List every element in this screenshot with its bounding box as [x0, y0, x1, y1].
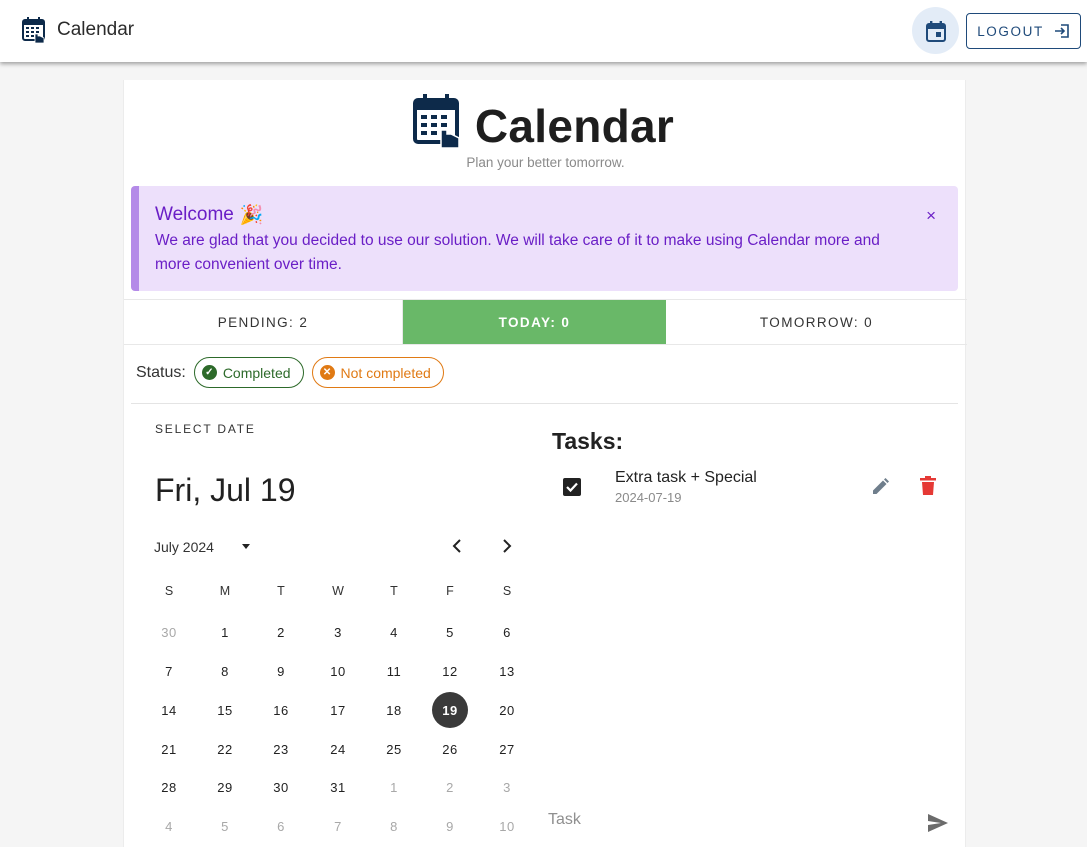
- calendar-button[interactable]: [912, 7, 959, 54]
- day-cell[interactable]: 3: [320, 614, 356, 650]
- close-icon[interactable]: ×: [926, 206, 936, 226]
- party-popper-icon: 🎉: [239, 205, 264, 226]
- task-date: 2024-07-19: [615, 490, 682, 505]
- weekday-mon: M: [219, 584, 231, 598]
- day-cell[interactable]: 16: [263, 692, 299, 728]
- tab-tomorrow[interactable]: TOMORROW: 0: [666, 300, 967, 344]
- day-cell[interactable]: 30: [151, 614, 187, 650]
- send-icon[interactable]: [927, 813, 949, 838]
- login-icon: [1054, 24, 1069, 38]
- day-cell[interactable]: 24: [320, 731, 356, 767]
- chevron-right-icon[interactable]: [500, 538, 514, 559]
- day-cell-selected[interactable]: 19: [432, 692, 468, 728]
- divider: [131, 403, 958, 404]
- main-card: Calendar Plan your better tomorrow. Welc…: [123, 80, 967, 847]
- day-cell[interactable]: 2: [432, 769, 468, 805]
- day-cell[interactable]: 10: [489, 808, 525, 844]
- day-cell[interactable]: 6: [263, 808, 299, 844]
- tab-pending[interactable]: PENDING: 2: [124, 300, 403, 344]
- day-cell[interactable]: 31: [320, 769, 356, 805]
- cancel-circle-icon: ✕: [319, 365, 335, 380]
- day-cell[interactable]: 15: [207, 692, 243, 728]
- day-cell[interactable]: 26: [432, 731, 468, 767]
- weekday-fri: F: [446, 584, 454, 598]
- logout-button[interactable]: LOGOUT: [966, 13, 1081, 49]
- tasks-heading: Tasks:: [552, 428, 624, 454]
- calendar-hero-icon: [412, 92, 461, 159]
- task-tabs: PENDING: 2 TODAY: 0 TOMORROW: 0: [124, 299, 967, 345]
- day-cell[interactable]: 17: [320, 692, 356, 728]
- hero: Calendar Plan your better tomorrow.: [124, 92, 967, 170]
- day-cell[interactable]: 7: [320, 808, 356, 844]
- day-cell[interactable]: 8: [376, 808, 412, 844]
- task-checkbox[interactable]: [563, 478, 581, 496]
- app-title: Calendar: [57, 19, 135, 40]
- day-cell[interactable]: 1: [376, 769, 412, 805]
- day-cell[interactable]: 5: [207, 808, 243, 844]
- day-cell[interactable]: 22: [207, 731, 243, 767]
- page-title: Calendar: [474, 99, 675, 152]
- day-cell[interactable]: 25: [376, 731, 412, 767]
- weekday-wed: W: [332, 584, 344, 598]
- task-panel: Tasks: Extra task + Special 2024-07-19: [552, 428, 952, 505]
- weekday-thu: T: [390, 584, 398, 598]
- status-filter: Status: ✓ Completed ✕ Not completed: [136, 357, 444, 388]
- day-cell[interactable]: 28: [151, 769, 187, 805]
- chevron-left-icon[interactable]: [450, 538, 464, 559]
- weekday-sun: S: [164, 584, 174, 598]
- day-cell[interactable]: 2: [263, 614, 299, 650]
- day-cell[interactable]: 12: [432, 653, 468, 689]
- day-cell[interactable]: 27: [489, 731, 525, 767]
- day-cell[interactable]: 9: [432, 808, 468, 844]
- day-cell[interactable]: 8: [207, 653, 243, 689]
- task-input[interactable]: [548, 811, 878, 829]
- day-cell[interactable]: 18: [376, 692, 412, 728]
- day-cell[interactable]: 4: [151, 808, 187, 844]
- caret-down-icon[interactable]: [239, 539, 253, 558]
- day-cell[interactable]: 5: [432, 614, 468, 650]
- task-item: Extra task + Special 2024-07-19: [552, 468, 952, 508]
- calendar-icon: [925, 20, 946, 42]
- weekday-sat: S: [502, 584, 512, 598]
- month-year-label[interactable]: July 2024: [154, 539, 214, 555]
- day-cell[interactable]: 23: [263, 731, 299, 767]
- completed-chip[interactable]: ✓ Completed: [193, 357, 304, 388]
- day-cell[interactable]: 6: [489, 614, 525, 650]
- page-subtitle: Plan your better tomorrow.: [466, 155, 625, 170]
- day-cell[interactable]: 29: [207, 769, 243, 805]
- select-date-label: SELECT DATE: [155, 422, 256, 436]
- day-cell[interactable]: 1: [207, 614, 243, 650]
- day-cell[interactable]: 30: [263, 769, 299, 805]
- day-cell[interactable]: 21: [151, 731, 187, 767]
- not-completed-label: Not completed: [340, 364, 431, 381]
- day-cell[interactable]: 9: [263, 653, 299, 689]
- check-circle-icon: ✓: [201, 365, 217, 380]
- day-cell[interactable]: 10: [320, 653, 356, 689]
- alert-title: Welcome: [155, 204, 234, 225]
- day-cell[interactable]: 13: [489, 653, 525, 689]
- alert-text: We are glad that you decided to use our …: [155, 232, 880, 273]
- calendar-logo-icon: [22, 16, 46, 46]
- tab-today[interactable]: TODAY: 0: [403, 300, 666, 344]
- app-bar: Calendar LOGOUT: [0, 0, 1087, 62]
- edit-icon[interactable]: [870, 477, 890, 502]
- day-cell[interactable]: 7: [151, 653, 187, 689]
- logout-label: LOGOUT: [977, 23, 1044, 39]
- status-label: Status:: [136, 363, 186, 381]
- day-cell[interactable]: 3: [489, 769, 525, 805]
- weekday-tue: T: [277, 584, 285, 598]
- completed-label: Completed: [222, 364, 291, 381]
- not-completed-chip[interactable]: ✕ Not completed: [311, 357, 444, 388]
- selected-date-display: Fri, Jul 19: [155, 472, 296, 508]
- day-cell[interactable]: 14: [151, 692, 187, 728]
- day-cell[interactable]: 4: [376, 614, 412, 650]
- check-icon: [566, 482, 578, 493]
- trash-icon[interactable]: [919, 476, 937, 501]
- day-cell[interactable]: 20: [489, 692, 525, 728]
- welcome-alert: Welcome 🎉 We are glad that you decided t…: [131, 186, 958, 291]
- day-cell[interactable]: 11: [376, 653, 412, 689]
- task-name: Extra task + Special: [615, 469, 757, 486]
